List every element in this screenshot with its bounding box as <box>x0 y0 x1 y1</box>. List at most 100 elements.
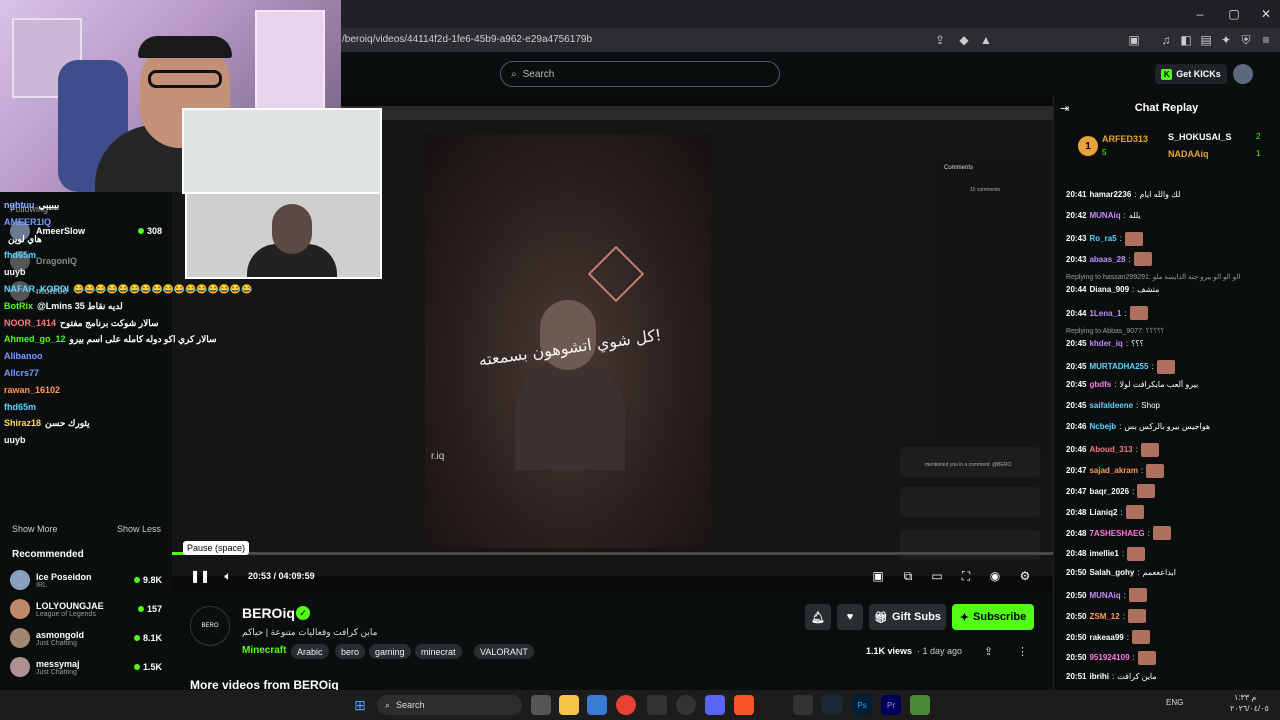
share-icon[interactable]: ⇪ <box>932 32 948 48</box>
progress-bar[interactable] <box>172 552 1053 555</box>
windows-taskbar <box>0 690 1280 720</box>
message-time: 20:46 <box>1066 445 1087 455</box>
overlay-chat-user: rawan_16102 <box>4 384 61 395</box>
get-kicks-button[interactable]: K Get KICKs <box>1155 64 1227 84</box>
fullscreen-icon[interactable]: ⛶ <box>958 568 974 584</box>
clip-icon[interactable]: ⧉ <box>900 568 916 584</box>
app-icon[interactable] <box>647 695 667 715</box>
url-text[interactable]: /beroiq/videos/44114f2d-1fe6-45b9-a962-e… <box>342 34 592 45</box>
message-user[interactable]: hamar2236 <box>1089 190 1131 199</box>
overlay-chat-user: NAFAR_KORDI <box>4 284 70 294</box>
message-user[interactable]: MUNAiq <box>1089 591 1120 600</box>
windows-start-icon[interactable]: ⊞ <box>350 695 370 715</box>
overlay-chat-line: nghtuu بيبيبي <box>4 200 59 211</box>
message-user[interactable]: Lianiq2 <box>1089 508 1117 517</box>
chrome-icon[interactable] <box>616 695 636 715</box>
message-user[interactable]: imellie1 <box>1089 549 1118 558</box>
task-view-icon[interactable] <box>531 695 551 715</box>
premiere-icon[interactable]: Pr <box>881 695 901 715</box>
gift-subs-button[interactable]: 🎁︎ Gift Subs <box>869 604 946 630</box>
kick-logo-icon: K <box>1161 68 1173 80</box>
taskbar-search[interactable]: ⌕ Search <box>377 695 522 715</box>
tag-chip[interactable]: VALORANT <box>474 644 534 659</box>
menu-icon[interactable]: ≡ <box>1258 32 1274 48</box>
tag-chip[interactable]: gaming <box>369 644 411 659</box>
share-button[interactable]: ⇪ <box>984 645 993 658</box>
message-user[interactable]: rakeaa99 <box>1089 633 1123 642</box>
tag-chip[interactable]: minecrat <box>415 644 462 659</box>
channel-name[interactable]: BEROiq <box>242 605 295 621</box>
photoshop-icon[interactable]: Ps <box>852 695 872 715</box>
sidebar-icon[interactable]: ◧ <box>1178 32 1194 48</box>
tag-chip[interactable]: Arabic <box>291 644 329 659</box>
language-indicator[interactable]: ENG <box>1166 698 1183 707</box>
playback-speed-icon[interactable]: ◉ <box>987 568 1003 584</box>
steam-icon[interactable] <box>822 695 842 715</box>
user-avatar[interactable] <box>1233 64 1253 84</box>
message-user[interactable]: Diana_909 <box>1089 285 1129 294</box>
clock-date[interactable]: ٢٠٢٦/٠٤/٠٥ <box>1230 704 1269 713</box>
message-user[interactable]: sajad_akram <box>1089 466 1137 475</box>
vpn-icon[interactable]: ⛨ <box>1238 32 1254 48</box>
minecraft-icon[interactable] <box>910 695 930 715</box>
overlay-chat-line: Allcrs77 <box>4 368 43 378</box>
more-options-button[interactable]: ⋮ <box>1017 645 1028 658</box>
follow-button[interactable]: ♥ <box>837 604 863 630</box>
store-icon[interactable] <box>587 695 607 715</box>
message-user[interactable]: ZSM_12 <box>1089 612 1119 621</box>
theater-mode-icon[interactable]: ▭ <box>929 568 945 584</box>
message-user[interactable]: ibrihi <box>1089 672 1109 681</box>
message-user[interactable]: Salah_gohy <box>1089 568 1134 577</box>
pip-icon[interactable]: ▣ <box>870 568 886 584</box>
channel-category: Just Chatting <box>36 668 77 676</box>
message-user[interactable]: Ro_ra5 <box>1089 234 1116 243</box>
message-user[interactable]: abaas_28 <box>1089 255 1125 264</box>
message-user[interactable]: khder_iq <box>1089 339 1122 348</box>
recommended-channel[interactable]: messymaj Just Chatting 1.5K <box>10 653 162 681</box>
recommended-channel[interactable]: asmongold Just Chatting 8.1K <box>10 624 162 652</box>
settings-icon[interactable]: ⚙ <box>1017 568 1033 584</box>
message-user[interactable]: gbdfs <box>1089 380 1111 389</box>
capcut-icon[interactable] <box>793 695 813 715</box>
file-explorer-icon[interactable] <box>559 695 579 715</box>
message-user[interactable]: saifaldeene <box>1089 401 1133 410</box>
discord-icon[interactable] <box>705 695 725 715</box>
channel-logo[interactable]: BERO <box>190 606 230 646</box>
recommended-channel[interactable]: Ice Poseidon IRL 9.8K <box>10 566 162 594</box>
message-user[interactable]: 7ASHESHAEG <box>1089 529 1144 538</box>
show-less-button[interactable]: Show Less <box>117 524 161 534</box>
message-user[interactable]: 951924109 <box>1089 653 1129 662</box>
message-user[interactable]: MUNAiq <box>1089 211 1120 220</box>
show-more-button[interactable]: Show More <box>12 524 58 534</box>
notification-bell-button[interactable]: 🔔︎ <box>805 604 831 630</box>
reply-context: Replying to hassan299291: الو الو الو بي… <box>1066 274 1241 282</box>
message-user[interactable]: baqr_2026 <box>1089 487 1129 496</box>
clock-time[interactable]: م ١:٣٣ <box>1234 693 1256 702</box>
message-colon: : <box>1125 338 1129 348</box>
leo-ai-icon[interactable]: ✦ <box>1218 32 1234 48</box>
brave-shield-icon[interactable]: ◆ <box>956 32 972 48</box>
subscribe-button[interactable]: ✦ Subscribe <box>952 604 1034 630</box>
message-user[interactable]: Aboud_313 <box>1089 445 1132 454</box>
overlay-chat-user: uuyb <box>4 435 26 446</box>
message-user[interactable]: 1Lena_1 <box>1089 309 1121 318</box>
media-icon[interactable]: ♫ <box>1158 32 1174 48</box>
recommended-channel[interactable]: LOLYOUNGJAE League of Legends 157 <box>10 595 162 623</box>
search-input[interactable]: ⌕ Search <box>500 61 780 87</box>
pause-icon[interactable]: ❚❚ <box>190 568 210 584</box>
category-link[interactable]: Minecraft <box>242 645 286 656</box>
brave-icon[interactable] <box>734 695 754 715</box>
message-user[interactable]: MURTADHA255 <box>1089 362 1148 371</box>
tag-chip[interactable]: bero <box>335 644 366 659</box>
emote-icon <box>1133 252 1152 267</box>
message-colon: : <box>1147 528 1150 538</box>
volume-icon[interactable]: 🔈︎ <box>220 568 236 584</box>
brave-rewards-icon[interactable]: ▲ <box>978 32 994 48</box>
screenshot-icon[interactable]: ▣ <box>1126 32 1142 48</box>
wallet-icon[interactable]: ▤ <box>1198 32 1214 48</box>
message-user[interactable]: Ncbejb <box>1089 422 1116 431</box>
channel-name: DragonIQ <box>36 256 78 266</box>
close-window-icon[interactable]: ✕ <box>1246 0 1280 28</box>
message-colon: : <box>1119 422 1122 431</box>
obs-icon[interactable] <box>676 695 696 715</box>
